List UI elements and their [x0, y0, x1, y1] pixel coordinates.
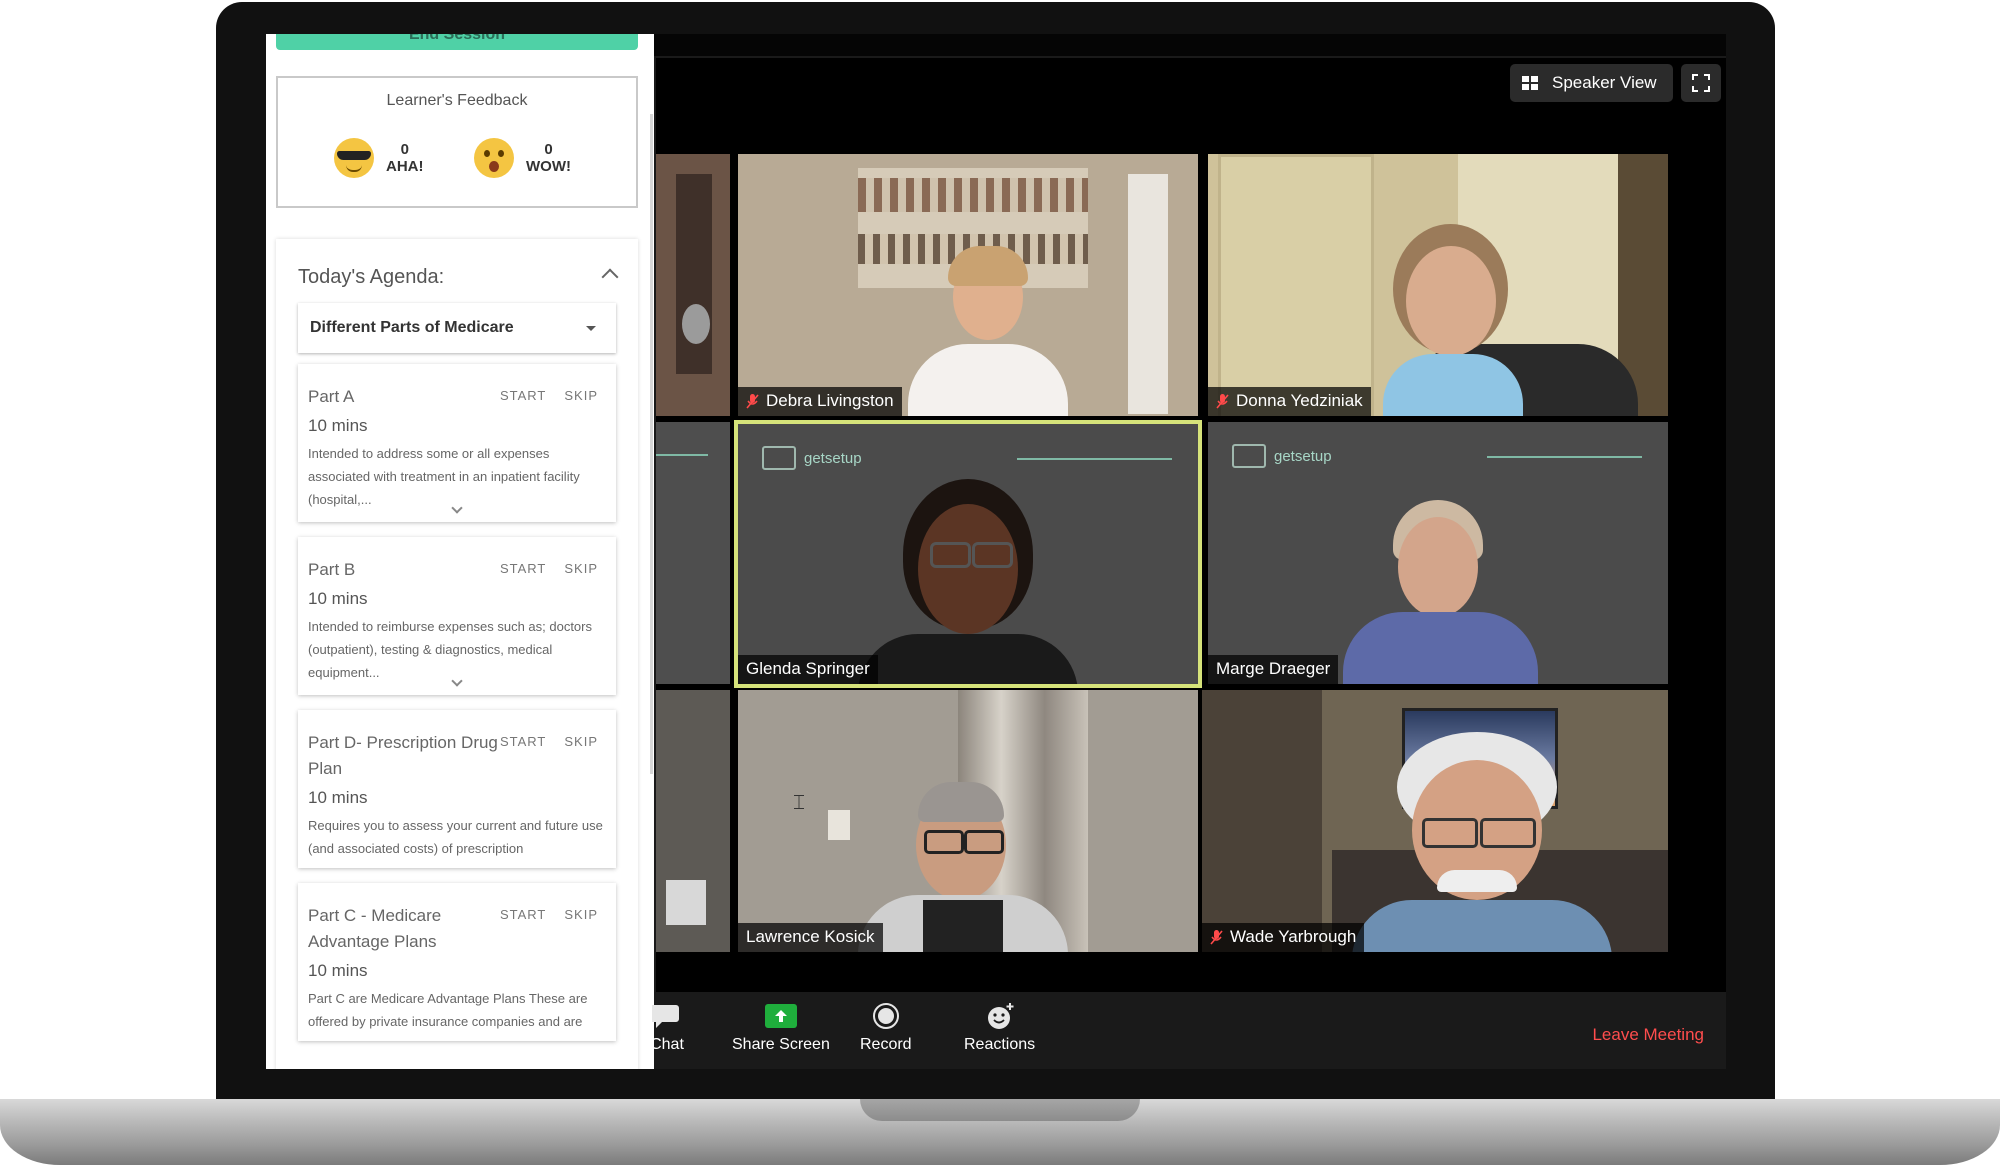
gallery-grid-icon	[1522, 76, 1538, 90]
agenda-item-description: Intended to address some or all expenses…	[308, 446, 580, 507]
participant-face	[1398, 517, 1478, 617]
participant-name: Lawrence Kosick	[746, 927, 875, 946]
agenda-item-title: Part C - Medicare Advantage Plans	[308, 906, 442, 951]
meeting-toolbar: Chat Share Screen Record Reactions Leave…	[650, 992, 1726, 1069]
feedback-title: Learner's Feedback	[386, 92, 528, 109]
wow-feedback: 0 WOW!	[474, 138, 571, 178]
agenda-item-title: Part A	[308, 387, 355, 406]
muted-mic-icon	[1210, 929, 1223, 945]
agenda-item-title: Part B	[308, 560, 356, 579]
agenda-item-duration: 10 mins	[308, 961, 368, 980]
participant-name-tag: Marge Draeger	[1208, 655, 1339, 684]
speaker-view-label: Speaker View	[1552, 73, 1657, 92]
participant-name: Debra Livingston	[766, 391, 894, 410]
agenda-item-duration: 10 mins	[308, 589, 368, 608]
agenda-item: Part B START SKIP 10 mins Intended to re…	[298, 537, 616, 695]
reactions-button[interactable]: Reactions	[964, 1002, 1035, 1054]
agenda-item-duration: 10 mins	[308, 416, 368, 435]
agenda-topic-value: Different Parts of Medicare	[310, 319, 514, 336]
participant-name-tag: Wade Yarbrough	[1202, 923, 1365, 952]
brand-text: getsetup	[804, 449, 862, 467]
learner-feedback-panel: Learner's Feedback 0 AHA! 0 WOW!	[276, 76, 638, 208]
chat-bubble-icon	[652, 1005, 679, 1028]
participant-face	[918, 504, 1018, 634]
participant-name-tag: Donna Yedziniak	[1208, 387, 1371, 416]
view-controls: Speaker View	[1510, 64, 1721, 102]
agenda-item-duration: 10 mins	[308, 788, 368, 807]
skip-button[interactable]: SKIP	[564, 388, 598, 403]
participant-name: Wade Yarbrough	[1230, 927, 1357, 946]
chat-button[interactable]: Chat	[650, 1002, 684, 1054]
record-label: Record	[860, 1036, 912, 1053]
aha-count: 0	[400, 141, 409, 158]
agenda-item: Part A START SKIP 10 mins Intended to ad…	[298, 364, 616, 522]
participant-name: Glenda Springer	[746, 659, 870, 678]
sidebar-scrollbar[interactable]	[650, 114, 653, 774]
muted-mic-icon	[746, 393, 759, 409]
agenda-item: Part D- Prescription Drug Plan START SKI…	[298, 710, 616, 868]
skip-button[interactable]: SKIP	[564, 907, 598, 922]
getsetup-logo: getsetup	[762, 446, 862, 470]
share-screen-label: Share Screen	[732, 1036, 830, 1053]
video-tile[interactable]: getsetup Marge Draeger	[1208, 422, 1668, 684]
video-tile[interactable]: Debra Livingston	[738, 154, 1198, 416]
wow-count: 0	[544, 141, 553, 158]
video-tile[interactable]: Donna Yedziniak	[1208, 154, 1668, 416]
leave-meeting-button[interactable]: Leave Meeting	[1592, 1025, 1704, 1045]
fullscreen-icon	[1691, 74, 1710, 92]
agenda-item-description: Requires you to assess your current and …	[308, 818, 603, 856]
reactions-label: Reactions	[964, 1036, 1036, 1053]
participant-name-tag: Glenda Springer	[738, 655, 878, 684]
video-gallery: Debra Livingston Donna Yedziniak getsetu…	[654, 56, 1726, 996]
brand-text: getsetup	[1274, 447, 1332, 465]
getsetup-logo: getsetup	[1232, 444, 1332, 468]
screen: End Session Learner's Feedback 0 AHA! 0 …	[266, 34, 1726, 1069]
agenda-item-description: Intended to reimburse expenses such as; …	[308, 619, 592, 680]
video-tile[interactable]: Wade Yarbrough	[1202, 690, 1668, 952]
aha-label: AHA!	[386, 158, 424, 175]
sunglasses-emoji-icon	[334, 138, 374, 178]
text-cursor-icon: ⌶	[793, 792, 805, 814]
share-screen-icon	[764, 1004, 797, 1028]
partial-video-tile	[656, 690, 730, 952]
agenda-item-title: Part D- Prescription Drug Plan	[308, 733, 498, 778]
end-session-button[interactable]: End Session	[276, 34, 638, 50]
agenda-title: Today's Agenda:	[298, 266, 445, 288]
participant-name-tag: Lawrence Kosick	[738, 923, 883, 952]
share-screen-button[interactable]: Share Screen	[732, 1002, 830, 1054]
agenda-item: Part C - Medicare Advantage Plans START …	[298, 883, 616, 1041]
start-button[interactable]: START	[500, 388, 546, 403]
start-button[interactable]: START	[500, 561, 546, 576]
fullscreen-button[interactable]	[1680, 64, 1721, 102]
aha-feedback: 0 AHA!	[334, 138, 424, 178]
start-button[interactable]: START	[500, 907, 546, 922]
record-icon	[872, 1003, 899, 1029]
wow-label: WOW!	[526, 158, 571, 175]
partial-video-tile	[656, 422, 730, 684]
participant-name-tag: Debra Livingston	[738, 387, 902, 416]
collapse-chevron-icon[interactable]	[601, 268, 619, 286]
video-tile[interactable]: Lawrence Kosick	[738, 690, 1198, 952]
start-button[interactable]: START	[500, 734, 546, 749]
video-tile-active-speaker[interactable]: getsetup Glenda Springer	[734, 420, 1202, 688]
participant-name: Marge Draeger	[1216, 659, 1331, 678]
agenda-topic-select[interactable]: Different Parts of Medicare	[298, 303, 616, 353]
partial-video-tile	[656, 154, 730, 416]
record-button[interactable]: Record	[860, 1002, 912, 1054]
surprised-emoji-icon	[474, 138, 514, 178]
agenda-item-description: Part C are Medicare Advantage Plans Thes…	[308, 991, 588, 1029]
participant-face	[1406, 246, 1496, 356]
skip-button[interactable]: SKIP	[564, 734, 598, 749]
muted-mic-icon	[1216, 393, 1229, 409]
participant-name: Donna Yedziniak	[1236, 391, 1363, 410]
add-reaction-icon	[987, 1003, 1014, 1029]
chat-label: Chat	[650, 1036, 684, 1053]
skip-button[interactable]: SKIP	[564, 561, 598, 576]
laptop-notch	[860, 1099, 1140, 1121]
speaker-view-button[interactable]: Speaker View	[1510, 64, 1673, 102]
agenda-sidebar: End Session Learner's Feedback 0 AHA! 0 …	[266, 34, 654, 1069]
dropdown-caret-icon	[586, 326, 596, 331]
